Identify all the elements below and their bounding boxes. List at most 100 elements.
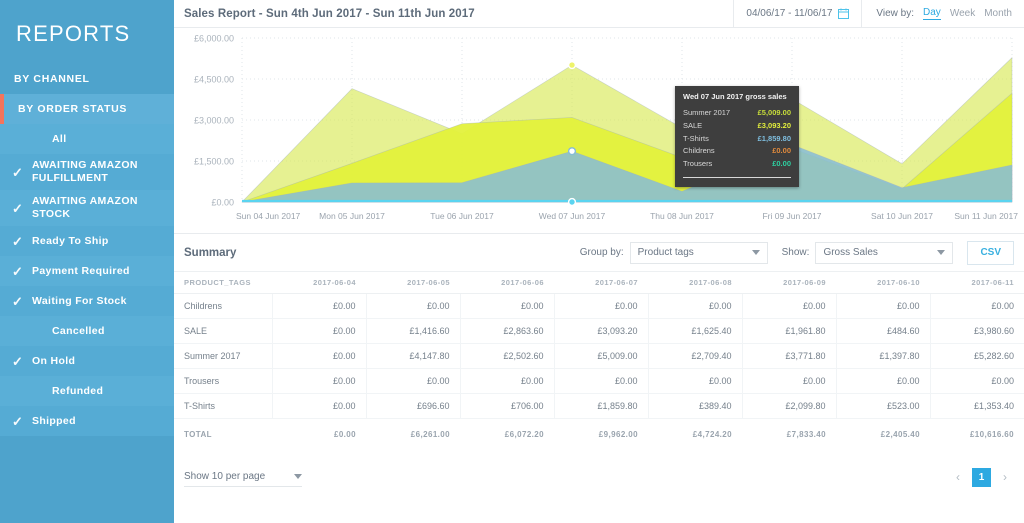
cell-value: £1,859.80 xyxy=(554,394,648,419)
cell-value: £484.60 xyxy=(836,319,930,344)
total-value: £9,962.00 xyxy=(554,419,648,451)
cell-value: £0.00 xyxy=(366,369,460,394)
column-header: 2017-06-10 xyxy=(836,272,930,294)
view-option-day[interactable]: Day xyxy=(923,7,941,20)
sidebar-item-on-hold[interactable]: ✓On Hold xyxy=(0,346,174,376)
tooltip-series-name: Trousers xyxy=(683,160,712,168)
column-header: PRODUCT_TAGS xyxy=(174,272,272,294)
cell-value: £0.00 xyxy=(272,394,366,419)
column-header: 2017-06-05 xyxy=(366,272,460,294)
cell-value: £2,099.80 xyxy=(742,394,836,419)
svg-text:Tue 06 Jun 2017: Tue 06 Jun 2017 xyxy=(430,211,494,221)
table-header: PRODUCT_TAGS2017-06-042017-06-052017-06-… xyxy=(174,272,1024,294)
date-range-picker[interactable]: 04/06/17 - 11/06/17 xyxy=(733,0,861,28)
sidebar-item-label: On Hold xyxy=(32,355,164,368)
tooltip-series-value: £5,009.00 xyxy=(758,109,791,117)
svg-text:£4,500.00: £4,500.00 xyxy=(194,75,234,85)
cell-value: £5,009.00 xyxy=(554,344,648,369)
sidebar-item-waiting-for-stock[interactable]: ✓Waiting For Stock xyxy=(0,286,174,316)
table-body: Childrens£0.00£0.00£0.00£0.00£0.00£0.00£… xyxy=(174,294,1024,451)
brand-title: REPORTS xyxy=(0,0,174,64)
sidebar-item-payment-required[interactable]: ✓Payment Required xyxy=(0,256,174,286)
group-by-label: Group by: xyxy=(580,247,624,258)
table-header-row: PRODUCT_TAGS2017-06-042017-06-052017-06-… xyxy=(174,272,1024,294)
view-by-label: View by: xyxy=(876,8,914,19)
view-option-week[interactable]: Week xyxy=(950,8,975,19)
next-page-button[interactable]: › xyxy=(998,470,1012,484)
cell-value: £0.00 xyxy=(272,319,366,344)
per-page-select[interactable]: Show 10 per page xyxy=(184,467,302,487)
cell-value: £3,093.20 xyxy=(554,319,648,344)
total-value: £6,261.00 xyxy=(366,419,460,451)
chevron-down-icon xyxy=(294,474,302,479)
column-header: 2017-06-11 xyxy=(930,272,1024,294)
main-content: Sales Report - Sun 4th Jun 2017 - Sun 11… xyxy=(174,0,1024,523)
sidebar: REPORTS BY CHANNELBY ORDER STATUS✓All✓AW… xyxy=(0,0,174,523)
table-row: Summer 2017£0.00£4,147.80£2,502.60£5,009… xyxy=(174,344,1024,369)
cell-value: £1,625.40 xyxy=(648,319,742,344)
total-value: £10,616.60 xyxy=(930,419,1024,451)
show-label: Show: xyxy=(782,247,810,258)
row-label: Childrens xyxy=(174,294,272,319)
sidebar-item-awaiting-amazon-stock[interactable]: ✓AWAITING AMAZON STOCK xyxy=(0,190,174,226)
cell-value: £0.00 xyxy=(930,294,1024,319)
table-row: Childrens£0.00£0.00£0.00£0.00£0.00£0.00£… xyxy=(174,294,1024,319)
cell-value: £523.00 xyxy=(836,394,930,419)
cell-value: £0.00 xyxy=(930,369,1024,394)
tooltip-series-name: SALE xyxy=(683,122,702,130)
page-title: Sales Report - Sun 4th Jun 2017 - Sun 11… xyxy=(174,8,733,20)
tooltip-row: Summer 2017£5,009.00 xyxy=(683,107,791,120)
sidebar-item-cancelled[interactable]: ✓Cancelled xyxy=(0,316,174,346)
tooltip-row: T-Shirts£1,859.80 xyxy=(683,133,791,146)
page-number-1[interactable]: 1 xyxy=(972,468,991,487)
check-icon: ✓ xyxy=(12,166,32,179)
sidebar-item-all[interactable]: ✓All xyxy=(0,124,174,154)
cell-value: £0.00 xyxy=(742,369,836,394)
chart-tooltip: Wed 07 Jun 2017 gross sales Summer 2017£… xyxy=(675,86,799,187)
cell-value: £1,961.80 xyxy=(742,319,836,344)
sidebar-item-label: Ready To Ship xyxy=(32,235,164,248)
sales-area-chart[interactable]: £0.00£1,500.00£3,000.00£4,500.00£6,000.0… xyxy=(174,28,1024,234)
cell-value: £0.00 xyxy=(366,294,460,319)
chart-canvas: £0.00£1,500.00£3,000.00£4,500.00£6,000.0… xyxy=(174,28,1024,233)
sidebar-item-label: Refunded xyxy=(32,385,164,398)
view-option-month[interactable]: Month xyxy=(984,8,1012,19)
tooltip-series-name: Childrens xyxy=(683,147,715,155)
prev-page-button[interactable]: ‹ xyxy=(951,470,965,484)
show-control: Show: Gross Sales xyxy=(782,242,954,264)
sidebar-item-refunded[interactable]: ✓Refunded xyxy=(0,376,174,406)
reports-page: REPORTS BY CHANNELBY ORDER STATUS✓All✓AW… xyxy=(0,0,1024,523)
cell-value: £0.00 xyxy=(648,294,742,319)
sidebar-group-label: BY ORDER STATUS xyxy=(18,103,127,115)
cell-value: £0.00 xyxy=(272,294,366,319)
cell-value: £3,771.80 xyxy=(742,344,836,369)
group-by-select[interactable]: Product tags xyxy=(630,242,768,264)
sidebar-group-by-channel[interactable]: BY CHANNEL xyxy=(0,64,174,94)
cell-value: £0.00 xyxy=(554,369,648,394)
cell-value: £0.00 xyxy=(460,294,554,319)
show-value: Gross Sales xyxy=(823,247,877,258)
csv-export-button[interactable]: CSV xyxy=(967,241,1014,265)
svg-text:Thu 08 Jun 2017: Thu 08 Jun 2017 xyxy=(650,211,714,221)
cell-value: £0.00 xyxy=(272,344,366,369)
sidebar-item-awaiting-amazon-fulfillment[interactable]: ✓AWAITING AMAZON FULFILLMENT xyxy=(0,154,174,190)
svg-text:£1,500.00: £1,500.00 xyxy=(194,157,234,167)
svg-text:Fri 09 Jun 2017: Fri 09 Jun 2017 xyxy=(762,211,821,221)
cell-value: £1,397.80 xyxy=(836,344,930,369)
sidebar-item-ready-to-ship[interactable]: ✓Ready To Ship xyxy=(0,226,174,256)
cell-value: £3,980.60 xyxy=(930,319,1024,344)
sidebar-group-by-order-status[interactable]: BY ORDER STATUS xyxy=(0,94,174,124)
column-header: 2017-06-07 xyxy=(554,272,648,294)
tooltip-divider xyxy=(683,177,791,178)
tooltip-series-value: £3,093.20 xyxy=(758,122,791,130)
group-by-control: Group by: Product tags xyxy=(580,242,768,264)
table-row: Trousers£0.00£0.00£0.00£0.00£0.00£0.00£0… xyxy=(174,369,1024,394)
cell-value: £1,353.40 xyxy=(930,394,1024,419)
sidebar-item-label: Shipped xyxy=(32,415,164,428)
table-row: T-Shirts£0.00£696.60£706.00£1,859.80£389… xyxy=(174,394,1024,419)
sidebar-item-shipped[interactable]: ✓Shipped xyxy=(0,406,174,436)
show-select[interactable]: Gross Sales xyxy=(815,242,953,264)
top-bar: Sales Report - Sun 4th Jun 2017 - Sun 11… xyxy=(174,0,1024,28)
row-label: Summer 2017 xyxy=(174,344,272,369)
cell-value: £1,416.60 xyxy=(366,319,460,344)
